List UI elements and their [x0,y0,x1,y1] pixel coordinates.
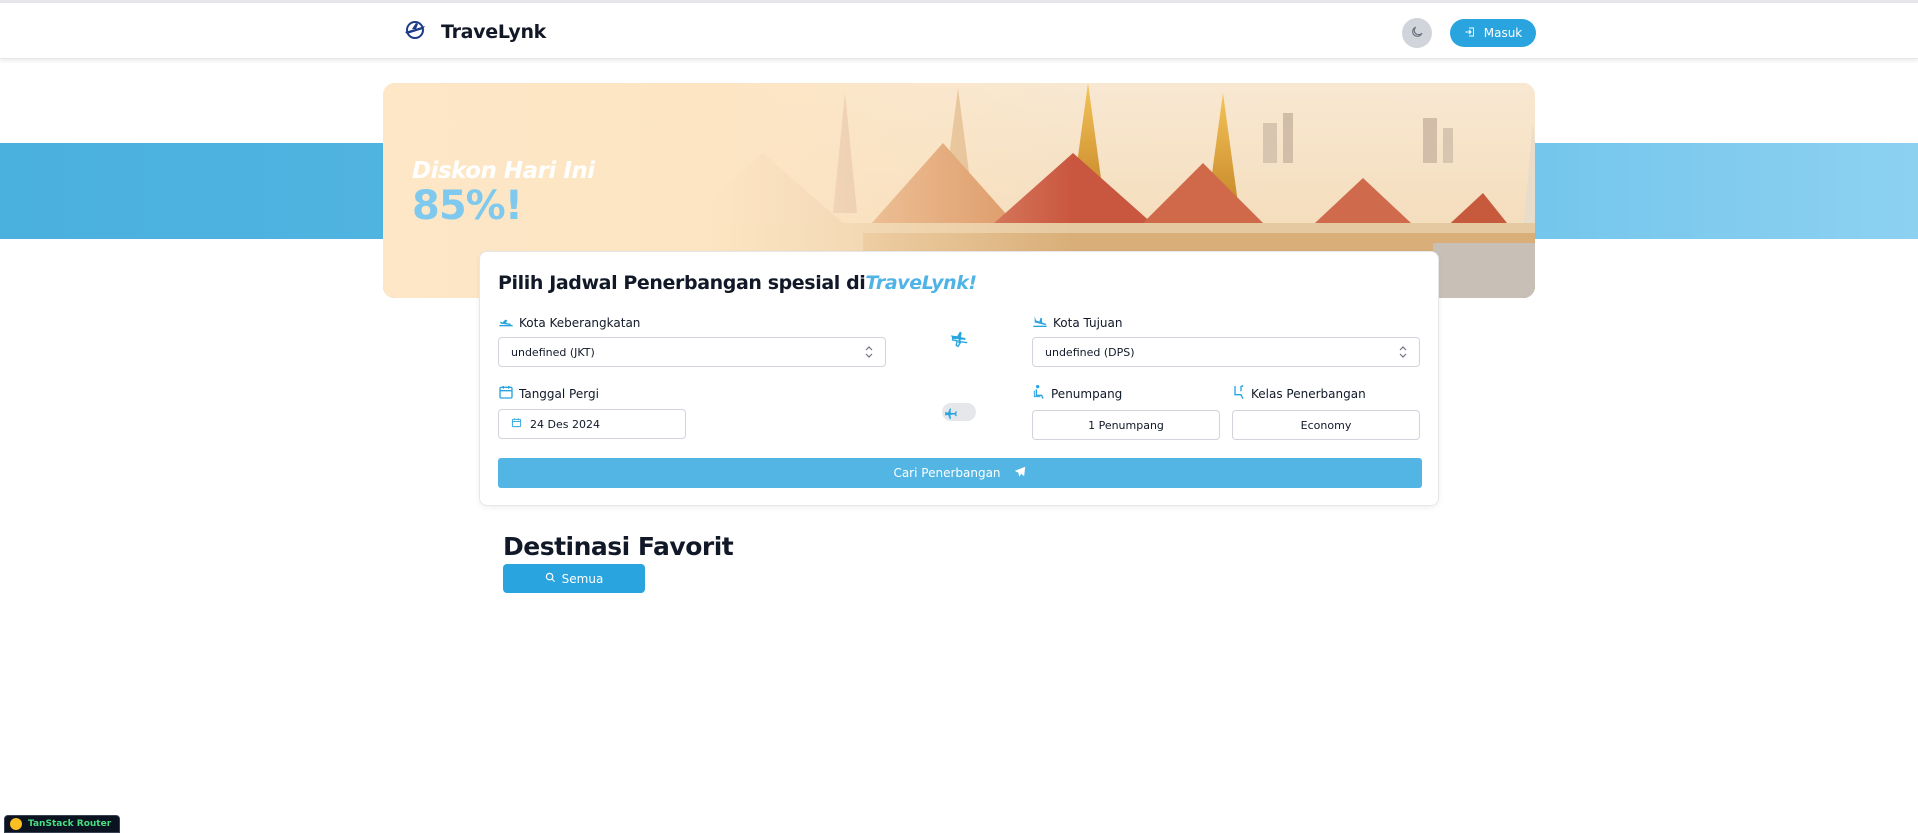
seat-person-icon [1032,384,1046,403]
plane-globe-icon [403,18,427,46]
destination-value: undefined (DPS) [1045,345,1135,359]
theme-toggle-button[interactable] [1402,18,1432,48]
flight-search-card: Pilih Jadwal Penerbangan spesial diTrave… [479,251,1439,506]
passenger-label: Penumpang [1032,384,1122,403]
swap-cities-button[interactable] [948,328,970,350]
destination-select[interactable]: undefined (DPS) [1032,337,1420,367]
passenger-label-text: Penumpang [1051,386,1123,401]
all-destinations-button[interactable]: Semua [503,564,645,593]
date-label: Tanggal Pergi [498,384,599,403]
class-label-text: Kelas Penerbangan [1251,386,1366,401]
chevron-up-down-icon [1399,346,1407,361]
plane-toggle-icon [942,403,960,421]
all-button-label: Semua [561,571,604,586]
search-icon [545,572,556,586]
login-label: Masuk [1483,26,1523,40]
search-card-title-prefix: Pilih Jadwal Penerbangan spesial di [498,272,866,294]
search-card-title-accent: TraveLynk! [865,272,977,294]
departure-select[interactable]: undefined (JKT) [498,337,886,367]
moon-icon [1410,24,1424,43]
promo-title: Diskon Hari Ini [412,158,595,184]
date-label-text: Tanggal Pergi [519,386,599,401]
tanstack-logo-icon [10,818,22,830]
class-label: Kelas Penerbangan [1232,384,1366,403]
seat-icon [1232,384,1246,403]
calendar-icon [498,384,514,403]
router-devtools-toggle[interactable]: TanStack Router [4,815,120,833]
plane-icon [1013,465,1027,482]
devtools-label: TanStack Router [28,819,112,829]
departure-value: undefined (JKT) [511,345,595,359]
class-value: Economy [1300,418,1352,432]
date-picker[interactable]: 24 Des 2024 [498,409,686,439]
calendar-small-icon [511,417,522,431]
plane-departure-icon [498,314,514,331]
login-button[interactable]: Masuk [1450,19,1536,47]
destination-label-text: Kota Tujuan [1053,315,1123,330]
class-selector[interactable]: Economy [1232,410,1420,440]
navbar: TraveLynk Masuk [0,3,1918,59]
favorites-title: Destinasi Favorit [503,532,734,561]
departure-label-text: Kota Keberangkatan [519,315,641,330]
login-icon [1464,26,1476,41]
search-button-label: Cari Penerbangan [893,466,1001,480]
round-trip-toggle[interactable] [942,403,976,421]
search-flights-button[interactable]: Cari Penerbangan [498,458,1422,488]
search-card-title: Pilih Jadwal Penerbangan spesial diTrave… [498,272,977,294]
destination-label: Kota Tujuan [1032,314,1123,331]
chevron-up-down-icon [865,346,873,361]
swap-planes-icon [948,331,970,354]
brand-name: TraveLynk [441,21,547,43]
departure-label: Kota Keberangkatan [498,314,640,331]
date-value: 24 Des 2024 [530,417,600,431]
passenger-selector[interactable]: 1 Penumpang [1032,410,1220,440]
plane-arrival-icon [1032,314,1048,331]
promo-value: 85%! [412,183,523,229]
brand[interactable]: TraveLynk [403,18,546,46]
passenger-value: 1 Penumpang [1088,418,1164,432]
